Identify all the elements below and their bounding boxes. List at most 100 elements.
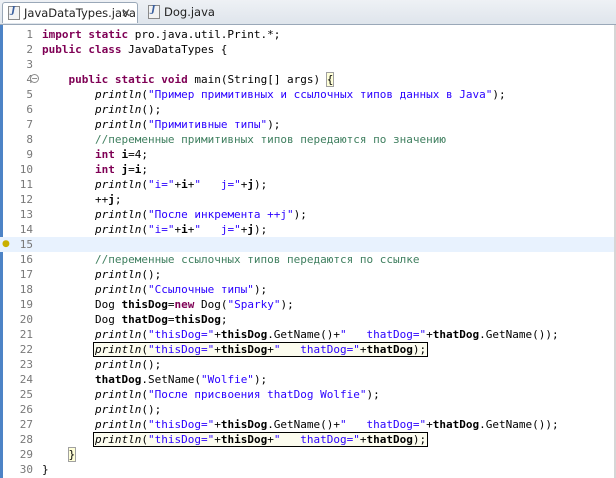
- line-number: 27: [19, 418, 33, 431]
- lightbulb-icon[interactable]: ●: [2, 237, 10, 252]
- code-text: //переменные ссылочных типов передаются …: [42, 252, 420, 267]
- tab-dog[interactable]: Dog.java: [143, 2, 221, 23]
- code-line[interactable]: 6 println();: [0, 102, 616, 117]
- code-line[interactable]: 12 ++j;: [0, 192, 616, 207]
- code-line[interactable]: 26 println();: [0, 402, 616, 417]
- code-text: thatDog.SetName("Wolfie");: [42, 372, 267, 387]
- code-line[interactable]: 10 int j=i;: [0, 162, 616, 177]
- line-number: 29: [19, 448, 33, 461]
- code-line[interactable]: 18 println("Ссылочные типы");: [0, 282, 616, 297]
- highlighted-statement: println("thisDog="+thisDog+" thatDog="+t…: [92, 342, 429, 357]
- code-token: +: [214, 343, 221, 356]
- code-token: );: [492, 88, 506, 101]
- line-number: 9: [26, 148, 33, 161]
- code-line[interactable]: 1 import static pro.java.util.Print.*;: [0, 27, 616, 42]
- code-token: (: [141, 118, 148, 131]
- comment: //переменные примитивных типов передаютс…: [94, 133, 446, 146]
- code-line[interactable]: 30}: [0, 462, 616, 477]
- line-number: 3: [26, 58, 33, 71]
- code-line[interactable]: 16 //переменные ссылочных типов передают…: [0, 252, 616, 267]
- tab-label: JavaDataTypes.java: [24, 6, 136, 20]
- line-number: 7: [26, 118, 33, 131]
- code-line[interactable]: 15 ●: [0, 237, 616, 252]
- code-line[interactable]: 4− public static void main(String[] args…: [0, 72, 616, 87]
- string-literal: "Sparky": [227, 298, 281, 311]
- keyword: import static: [42, 28, 135, 41]
- code-token: +: [426, 418, 433, 431]
- code-line[interactable]: 5 println("Пример примитивных и ссылочны…: [0, 87, 616, 102]
- code-text: println();: [42, 102, 161, 117]
- code-line[interactable]: 2 public class JavaDataTypes {: [0, 42, 616, 57]
- code-line[interactable]: 22 println("thisDog="+thisDog+" thatDog=…: [0, 342, 616, 357]
- string-literal: "thisDog=": [147, 328, 215, 341]
- code-text: println("thisDog="+thisDog+" thatDog="+t…: [42, 432, 429, 447]
- method-call: println: [94, 418, 142, 431]
- code-token: ++: [42, 193, 109, 206]
- string-literal: " thatDog=": [273, 343, 360, 356]
- code-token: +: [214, 433, 221, 446]
- code-line[interactable]: 14 println("i="+i+" j="+j);: [0, 222, 616, 237]
- close-icon[interactable]: ✕: [121, 3, 131, 23]
- line-number: 13: [19, 208, 33, 221]
- code-token: =4;: [128, 148, 148, 161]
- string-literal: "Wolfie": [200, 373, 254, 386]
- code-token: ();: [141, 403, 162, 416]
- java-file-icon: [148, 5, 160, 19]
- code-text: println("thisDog="+thisDog.GetName()+" t…: [42, 417, 559, 432]
- code-line[interactable]: 13 println("После инкремента ++j");: [0, 207, 616, 222]
- method-call: println: [94, 283, 142, 296]
- variable: j: [247, 178, 254, 191]
- line-number: 2: [26, 43, 33, 56]
- string-literal: "После присвоения thatDog Wolfie": [147, 388, 367, 401]
- code-line[interactable]: 27 println("thisDog="+thisDog.GetName()+…: [0, 417, 616, 432]
- keyword: int: [94, 148, 122, 161]
- code-token: );: [253, 178, 268, 191]
- code-text: public class JavaDataTypes {: [42, 42, 227, 57]
- code-line[interactable]: 17 println();: [0, 267, 616, 282]
- code-line[interactable]: 24 thatDog.SetName("Wolfie");: [0, 372, 616, 387]
- code-token: }: [67, 447, 77, 462]
- code-token: );: [293, 208, 307, 221]
- code-line[interactable]: 11 println("i="+i+" j="+j);: [0, 177, 616, 192]
- code-token: main(String[] args): [194, 73, 327, 86]
- code-line[interactable]: 3: [0, 57, 616, 72]
- code-token: (: [141, 223, 148, 236]
- variable: thatDog: [366, 343, 413, 356]
- method-call: println: [94, 268, 142, 281]
- method-call: println: [94, 358, 142, 371]
- string-literal: "Ссылочные типы": [147, 283, 254, 296]
- code-text: println("thisDog="+thisDog.GetName()+" t…: [42, 327, 559, 342]
- code-line[interactable]: 29 }: [0, 447, 616, 462]
- code-line[interactable]: 20 Dog thatDog=thisDog;: [0, 312, 616, 327]
- code-line[interactable]: 7 println("Примитивные типы");: [0, 117, 616, 132]
- code-text: //переменные примитивных типов передаютс…: [42, 132, 446, 147]
- fold-toggle-icon[interactable]: −: [30, 74, 39, 83]
- variable: thatDog: [94, 373, 142, 386]
- code-line[interactable]: 28 println("thisDog="+thisDog+" thatDog=…: [0, 432, 616, 447]
- code-line[interactable]: 9 int i=4;: [0, 147, 616, 162]
- code-token: Dog: [42, 313, 122, 326]
- code-token: JavaDataTypes {: [128, 43, 228, 56]
- method-call: println: [94, 178, 142, 191]
- code-editor[interactable]: 1 import static pro.java.util.Print.*; 2 pu…: [0, 25, 616, 478]
- code-text: }: [42, 462, 49, 477]
- code-line[interactable]: 25 println("После присвоения thatDog Wol…: [0, 387, 616, 402]
- variable: thisDog: [220, 433, 268, 446]
- code-text: println();: [42, 402, 161, 417]
- code-token: );: [280, 298, 294, 311]
- code-line[interactable]: 8 //переменные примитивных типов передаю…: [0, 132, 616, 147]
- line-number: 1: [26, 28, 33, 41]
- line-number: 25: [19, 388, 33, 401]
- code-line[interactable]: 23 println();: [0, 357, 616, 372]
- code-token: (: [141, 208, 148, 221]
- code-token: );: [253, 283, 268, 296]
- tab-javadatatypes[interactable]: JavaDataTypes.java ✕: [2, 2, 138, 23]
- code-line[interactable]: 21 println("thisDog="+thisDog.GetName()+…: [0, 327, 616, 342]
- code-line[interactable]: 19 Dog thisDog=new Dog("Sparky");: [0, 297, 616, 312]
